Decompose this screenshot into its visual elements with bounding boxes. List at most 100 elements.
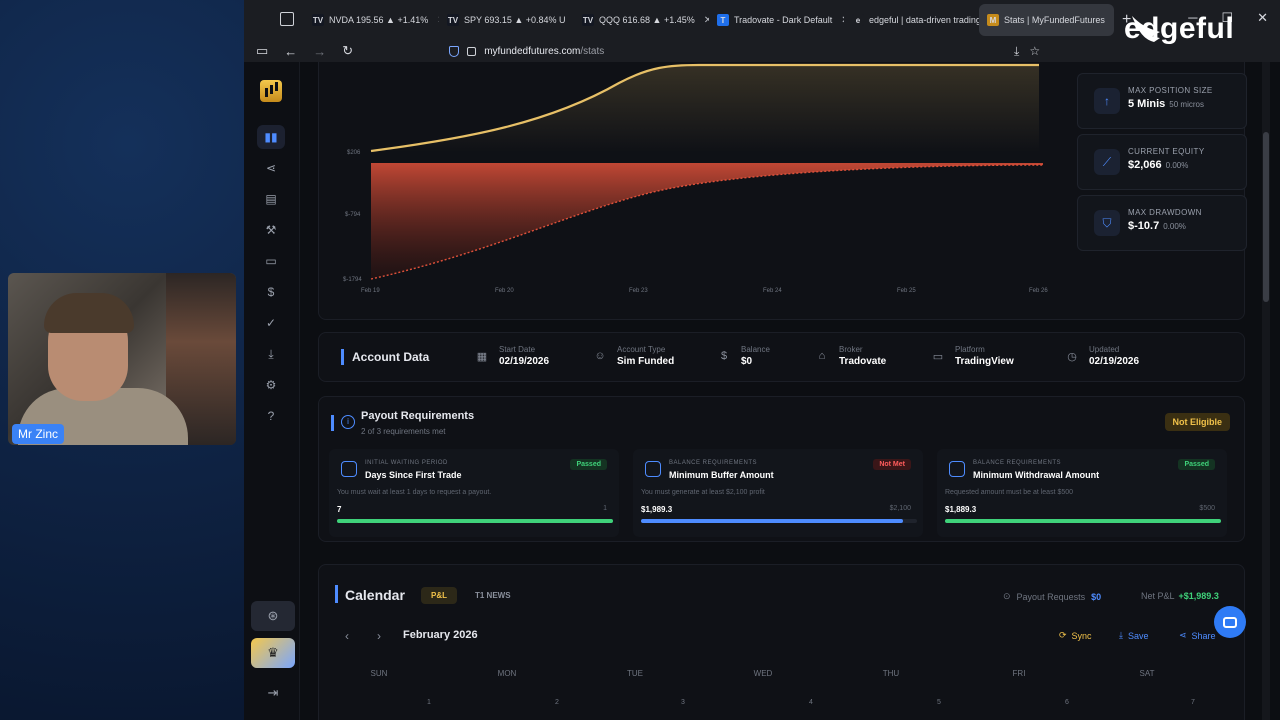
calendar-day-cell[interactable]: 4: [809, 699, 813, 706]
account-item-label: Balance: [741, 345, 770, 354]
x-tick-5: Feb 26: [1029, 288, 1048, 294]
calendar-month: February 2026: [403, 629, 478, 641]
browser-tab[interactable]: TV QQQ 616.68 ▲ +1.45% ✕: [574, 4, 709, 36]
chat-support-button[interactable]: [1214, 606, 1246, 638]
tab-favicon-icon: e: [852, 14, 864, 26]
calendar-day-cell[interactable]: 6: [1065, 699, 1069, 706]
page-scrollbar[interactable]: [1262, 62, 1270, 720]
drawdown-area: [371, 163, 1043, 279]
tab-label: Tradovate - Dark Default: [734, 15, 833, 25]
weekday-label: MON: [497, 669, 517, 678]
payout-title: Payout Requirements: [361, 410, 475, 422]
net-pnl-value: +$1,989.3: [1178, 591, 1219, 601]
requirement-icon: [645, 461, 661, 477]
support-icon[interactable]: ⊛: [251, 601, 295, 631]
browser-tab[interactable]: eedgeful | data-driven trading✕: [844, 4, 979, 36]
stat-value-text: $-10.7: [1128, 220, 1160, 232]
bookmark-star-icon[interactable]: ☆: [1029, 44, 1040, 59]
sync-icon: ⟳: [1059, 630, 1067, 640]
payout-request-icon: ⊙: [1003, 591, 1011, 601]
stat-label: MAX POSITION SIZE: [1128, 86, 1213, 95]
account-item-value: Tradovate: [839, 356, 887, 367]
y-tick-2: $-1794: [343, 277, 362, 283]
x-tick-2: Feb 23: [629, 288, 648, 294]
tab-favicon-icon: M: [987, 14, 999, 26]
stat-card-max-drawdown: ⛉ MAX DRAWDOWN $-10.7 0.00%: [1077, 195, 1247, 251]
stat-card-max-position: ↑ MAX POSITION SIZE 5 Minis 50 micros: [1077, 73, 1247, 129]
arrow-up-icon: ↑: [1094, 88, 1120, 114]
net-pnl-summary: Net P&L +$1,989.3: [1141, 591, 1219, 601]
account-item-label: Account Type: [617, 345, 666, 354]
webcam-person-hair: [44, 293, 134, 333]
document-icon[interactable]: ▤: [257, 187, 285, 211]
browser-tab[interactable]: MStats | MyFundedFutures✕: [979, 4, 1114, 36]
stat-value: $2,066 0.00%: [1128, 159, 1188, 171]
webcam-overlay: [8, 273, 236, 445]
share-button[interactable]: ⋖ Share: [1179, 630, 1216, 641]
stat-sub: 0.00%: [1163, 222, 1186, 231]
save-page-icon[interactable]: ⤓: [1014, 44, 1019, 59]
requirement-goal: 1: [603, 505, 607, 512]
trophy-icon[interactable]: ♛: [251, 638, 295, 668]
payout-requirements-panel: i Payout Requirements 2 of 3 requirement…: [318, 396, 1245, 542]
logout-icon[interactable]: ⇥: [251, 678, 295, 708]
tab-t1-news[interactable]: T1 NEWS: [465, 587, 521, 604]
mff-logo-icon[interactable]: [260, 80, 282, 102]
url-host: myfundedfutures.com: [484, 45, 581, 57]
check-circle-icon[interactable]: ✓: [257, 311, 285, 335]
tab-favicon-icon: TV: [582, 14, 594, 26]
id-card-icon[interactable]: ▭: [257, 249, 285, 273]
requirement-status-badge: Not Met: [873, 459, 911, 470]
prev-month-chevron-icon[interactable]: ‹: [345, 629, 349, 643]
requirement-value: $1,889.3: [945, 505, 977, 514]
payout-subtitle: 2 of 3 requirements met: [361, 427, 446, 436]
wrench-icon[interactable]: ⚒: [257, 218, 285, 242]
tab-overview-icon[interactable]: ▭: [256, 43, 268, 59]
next-month-chevron-icon[interactable]: ›: [377, 629, 381, 643]
calendar-day-cell[interactable]: 5: [937, 699, 941, 706]
app-sidebar: ▮▮ ⋖ ▤ ⚒ ▭ $ ✓ ⤓ ⚙ ? ⊛ ♛ ⇥: [244, 62, 300, 720]
equity-chart-panel: $206 $-794 $-1794 Feb 19 Feb 20 Feb 23 F…: [318, 62, 1247, 320]
lock-icon[interactable]: [467, 46, 477, 56]
payout-requests-summary: ⊙ Payout Requests $0: [1003, 591, 1101, 602]
tab-pnl[interactable]: P&L: [421, 587, 457, 604]
browser-tab[interactable]: TTradovate - Dark Default✕: [709, 4, 844, 36]
tab-label: edgeful | data-driven trading: [869, 15, 979, 25]
sync-button[interactable]: ⟳ Sync: [1059, 630, 1092, 641]
reload-button[interactable]: ↻: [342, 43, 353, 59]
scrollbar-thumb[interactable]: [1263, 132, 1269, 302]
requirement-category: INITIAL WAITING PERIOD: [365, 460, 448, 466]
save-button[interactable]: ⤓ Save: [1119, 630, 1149, 641]
sidebar-toggle-icon[interactable]: [280, 12, 294, 26]
calendar-day-cell[interactable]: 1: [427, 699, 431, 706]
stat-card-current-equity: ⟋ CURRENT EQUITY $2,066 0.00%: [1077, 134, 1247, 190]
save-icon: ⤓: [1119, 630, 1123, 640]
tracking-shield-icon[interactable]: [449, 45, 460, 57]
browser-tab[interactable]: TVSPY 693.15 ▲ +0.84% U✕: [439, 4, 574, 36]
x-tick-1: Feb 20: [495, 288, 514, 294]
payout-accent-bar: [331, 415, 334, 431]
settings-gear-icon[interactable]: ⚙: [257, 373, 285, 397]
url-field[interactable]: myfundedfutures.com/stats: [449, 45, 604, 57]
requirement-category: BALANCE REQUIREMENTS: [973, 460, 1062, 466]
help-icon[interactable]: ?: [257, 404, 285, 428]
account-item-label: Start Date: [499, 345, 536, 354]
dollar-circle-icon[interactable]: $: [257, 280, 285, 304]
requirement-card: BALANCE REQUIREMENTS Minimum Withdrawal A…: [937, 449, 1227, 537]
calendar-day-cell[interactable]: 3: [681, 699, 685, 706]
forward-button[interactable]: →: [313, 44, 326, 59]
eligibility-badge: Not Eligible: [1164, 413, 1230, 431]
download-icon[interactable]: ⤓: [257, 342, 285, 366]
back-button[interactable]: ←: [284, 44, 297, 59]
calendar-day-cell[interactable]: 7: [1191, 699, 1195, 706]
requirement-progress-fill: [641, 519, 904, 523]
weekday-label: THU: [882, 669, 900, 678]
calendar-day-cell[interactable]: 2: [555, 699, 559, 706]
x-tick-4: Feb 25: [897, 288, 916, 294]
stats-chart-icon[interactable]: ▮▮: [257, 125, 285, 149]
stat-value: $-10.7 0.00%: [1128, 220, 1186, 232]
share-icon[interactable]: ⋖: [257, 156, 285, 180]
requirement-description: You must generate at least $2,100 profit: [641, 489, 765, 496]
browser-tab[interactable]: TVNVDA 195.56 ▲ +1.41%✕: [304, 4, 439, 36]
close-window-icon[interactable]: ✕: [1257, 10, 1268, 26]
